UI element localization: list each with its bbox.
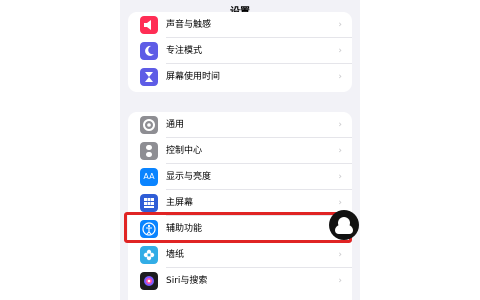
cursor-dot [335, 225, 353, 234]
settings-row-control-center[interactable]: 控制中心 › [128, 138, 352, 164]
settings-row-label: 屏幕使用时间 [166, 72, 221, 82]
settings-row-label: 声音与触感 [166, 20, 212, 30]
siri-icon [140, 272, 158, 290]
settings-group-sound: 声音与触感 › 专注模式 › 屏幕使用时间 › [128, 12, 352, 92]
chevron-right-icon: › [338, 276, 342, 286]
settings-row-label: 墙纸 [166, 250, 185, 260]
chevron-right-icon: › [338, 250, 342, 260]
settings-row-sounds[interactable]: 声音与触感 › [128, 12, 352, 38]
wallpaper-flower-icon [140, 246, 158, 264]
chevron-right-icon: › [338, 72, 342, 82]
touch-cursor-icon [329, 210, 359, 240]
settings-screen: 设置 声音与触感 › 专注模式 › 屏幕使用时间 › [120, 0, 360, 300]
settings-row-general[interactable]: 通用 › [128, 112, 352, 138]
highlight-box-accessibility [124, 212, 352, 243]
speaker-icon [140, 16, 158, 34]
settings-row-label: 通用 [166, 120, 185, 130]
settings-group-general: 通用 › 控制中心 › AA 显示与亮度 › 主屏幕 › 辅助功能 墙纸 › S… [128, 112, 352, 300]
settings-row-screen-time[interactable]: 屏幕使用时间 › [128, 64, 352, 90]
gear-icon [140, 116, 158, 134]
control-center-icon [140, 142, 158, 160]
chevron-right-icon: › [338, 20, 342, 30]
chevron-right-icon: › [338, 172, 342, 182]
settings-row-focus[interactable]: 专注模式 › [128, 38, 352, 64]
settings-row-siri[interactable]: Siri与搜索 › [128, 268, 352, 294]
settings-row-label: Siri与搜索 [166, 276, 208, 286]
settings-row-label: 显示与亮度 [166, 172, 212, 182]
settings-row-display[interactable]: AA 显示与亮度 › [128, 164, 352, 190]
home-screen-grid-icon [140, 194, 158, 212]
settings-row-label: 专注模式 [166, 46, 203, 56]
settings-row-label: 控制中心 [166, 146, 203, 156]
chevron-right-icon: › [338, 120, 342, 130]
chevron-right-icon: › [338, 46, 342, 56]
moon-icon [140, 42, 158, 60]
settings-row-wallpaper[interactable]: 墙纸 › [128, 242, 352, 268]
hourglass-icon [140, 68, 158, 86]
chevron-right-icon: › [338, 146, 342, 156]
aa-display-icon: AA [140, 168, 158, 186]
